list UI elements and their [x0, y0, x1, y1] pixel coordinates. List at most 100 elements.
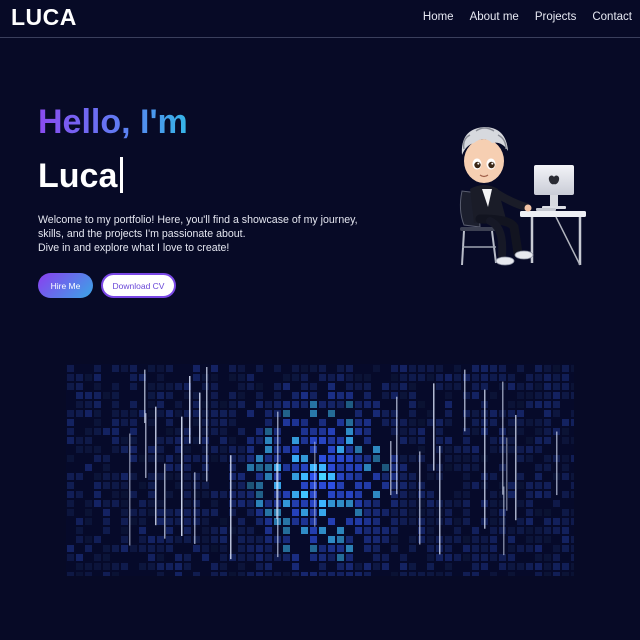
matrix-cell	[148, 401, 155, 408]
matrix-cell	[157, 410, 164, 417]
matrix-cell	[544, 527, 551, 534]
matrix-cell	[76, 383, 83, 390]
matrix-cell	[310, 437, 317, 444]
matrix-cell	[526, 419, 533, 426]
matrix-cell	[67, 410, 74, 417]
matrix-cell	[481, 545, 488, 552]
matrix-cell	[553, 554, 560, 561]
nav-link-contact[interactable]: Contact	[592, 11, 632, 23]
matrix-cell	[409, 455, 416, 462]
matrix-cell	[328, 473, 335, 480]
matrix-cell	[391, 545, 398, 552]
matrix-cell	[535, 527, 542, 534]
matrix-rain-streak	[314, 441, 316, 527]
matrix-cell	[67, 545, 74, 552]
matrix-cell	[85, 572, 92, 576]
matrix-cell	[139, 563, 146, 570]
matrix-cell	[328, 464, 335, 471]
matrix-cell	[193, 410, 200, 417]
matrix-cell	[454, 500, 461, 507]
matrix-cell	[310, 536, 317, 543]
matrix-cell	[292, 374, 299, 381]
matrix-cell	[445, 518, 452, 525]
matrix-cell	[166, 410, 173, 417]
matrix-cell	[202, 518, 209, 525]
matrix-cell	[346, 473, 353, 480]
matrix-cell	[499, 554, 506, 561]
matrix-cell	[364, 419, 371, 426]
matrix-cell	[310, 491, 317, 498]
matrix-cell	[175, 572, 182, 576]
hire-me-button[interactable]: Hire Me	[38, 273, 93, 298]
developer-avatar-illustration	[459, 127, 586, 266]
matrix-cell	[175, 536, 182, 543]
matrix-cell	[121, 410, 128, 417]
matrix-cell	[238, 365, 245, 372]
matrix-cell	[220, 545, 227, 552]
matrix-cell	[283, 410, 290, 417]
nav-link-about[interactable]: About me	[470, 11, 519, 23]
matrix-cell	[328, 518, 335, 525]
matrix-cell	[508, 428, 515, 435]
matrix-cell	[490, 410, 497, 417]
matrix-cell	[184, 473, 191, 480]
matrix-cell	[526, 482, 533, 489]
matrix-cell	[571, 509, 574, 516]
matrix-cell	[346, 554, 353, 561]
matrix-cell	[256, 572, 263, 576]
matrix-cell	[184, 500, 191, 507]
matrix-cell	[121, 446, 128, 453]
matrix-cell	[202, 482, 209, 489]
matrix-cell	[148, 392, 155, 399]
matrix-cell	[454, 464, 461, 471]
matrix-cell	[310, 464, 317, 471]
matrix-cell	[400, 572, 407, 576]
matrix-cell	[238, 428, 245, 435]
matrix-cell	[148, 455, 155, 462]
matrix-cell	[562, 518, 569, 525]
nav-link-home[interactable]: Home	[423, 11, 454, 23]
matrix-cell	[67, 437, 74, 444]
matrix-cell	[112, 482, 119, 489]
matrix-cell	[544, 464, 551, 471]
download-cv-button[interactable]: Download CV	[101, 273, 176, 298]
matrix-cell	[571, 518, 574, 525]
matrix-cell	[130, 509, 137, 516]
matrix-cell	[67, 572, 74, 576]
matrix-cell	[103, 527, 110, 534]
matrix-cell	[463, 518, 470, 525]
matrix-cell	[139, 509, 146, 516]
site-logo[interactable]: LUCA	[11, 4, 77, 31]
matrix-cell	[175, 446, 182, 453]
matrix-cell	[400, 437, 407, 444]
matrix-cell	[292, 401, 299, 408]
matrix-cell	[526, 437, 533, 444]
matrix-cell	[409, 419, 416, 426]
matrix-cell	[535, 419, 542, 426]
matrix-cell	[211, 383, 218, 390]
matrix-cell	[427, 554, 434, 561]
matrix-cell	[436, 374, 443, 381]
matrix-cell	[382, 419, 389, 426]
matrix-cell	[499, 500, 506, 507]
matrix-cell	[328, 383, 335, 390]
matrix-cell	[67, 455, 74, 462]
matrix-cell	[553, 365, 560, 372]
matrix-cell	[130, 518, 137, 525]
matrix-cell	[409, 401, 416, 408]
matrix-cell	[427, 500, 434, 507]
matrix-cell	[535, 545, 542, 552]
matrix-rain-streak	[484, 389, 486, 529]
matrix-cell	[112, 545, 119, 552]
matrix-cell	[175, 428, 182, 435]
matrix-cell	[373, 554, 380, 561]
matrix-cell	[337, 365, 344, 372]
matrix-cell	[112, 563, 119, 570]
matrix-cell	[535, 365, 542, 372]
matrix-cell	[256, 518, 263, 525]
matrix-cell	[175, 473, 182, 480]
nav-link-projects[interactable]: Projects	[535, 11, 577, 23]
matrix-rain-streak	[502, 381, 504, 495]
matrix-cell	[94, 473, 101, 480]
matrix-cell	[400, 563, 407, 570]
